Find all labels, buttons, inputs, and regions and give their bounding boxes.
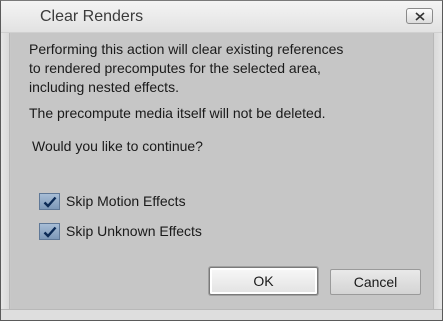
checkmark-icon xyxy=(43,196,57,208)
close-button[interactable] xyxy=(406,8,433,24)
skip-motion-effects-label[interactable]: Skip Motion Effects xyxy=(66,193,186,209)
window-frame-left xyxy=(1,33,10,320)
skip-unknown-effects-label[interactable]: Skip Unknown Effects xyxy=(66,223,202,239)
skip-unknown-effects-checkbox[interactable] xyxy=(39,222,60,240)
cancel-button[interactable]: Cancel xyxy=(330,269,421,295)
window-frame-bottom xyxy=(1,309,442,320)
clear-renders-dialog: Clear Renders Performing this action wil… xyxy=(0,0,443,321)
message-line-1: Performing this action will clear existi… xyxy=(29,41,344,57)
window-frame-right xyxy=(433,33,442,320)
close-x-icon xyxy=(415,12,425,21)
dialog-content: Performing this action will clear existi… xyxy=(11,33,433,309)
title-bar[interactable]: Clear Renders xyxy=(1,1,442,33)
option-skip-unknown-effects[interactable]: Skip Unknown Effects xyxy=(39,221,202,241)
continue-question: Would you like to continue? xyxy=(32,138,203,154)
message-line-3: including nested effects. xyxy=(29,79,179,95)
skip-motion-effects-checkbox[interactable] xyxy=(39,192,60,210)
message-line-4: The precompute media itself will not be … xyxy=(29,105,326,121)
dialog-title: Clear Renders xyxy=(40,8,144,25)
message-line-2: to rendered precomputes for the selected… xyxy=(29,60,321,76)
checkmark-icon xyxy=(43,226,57,238)
option-skip-motion-effects[interactable]: Skip Motion Effects xyxy=(39,191,186,211)
ok-button[interactable]: OK xyxy=(209,267,318,295)
